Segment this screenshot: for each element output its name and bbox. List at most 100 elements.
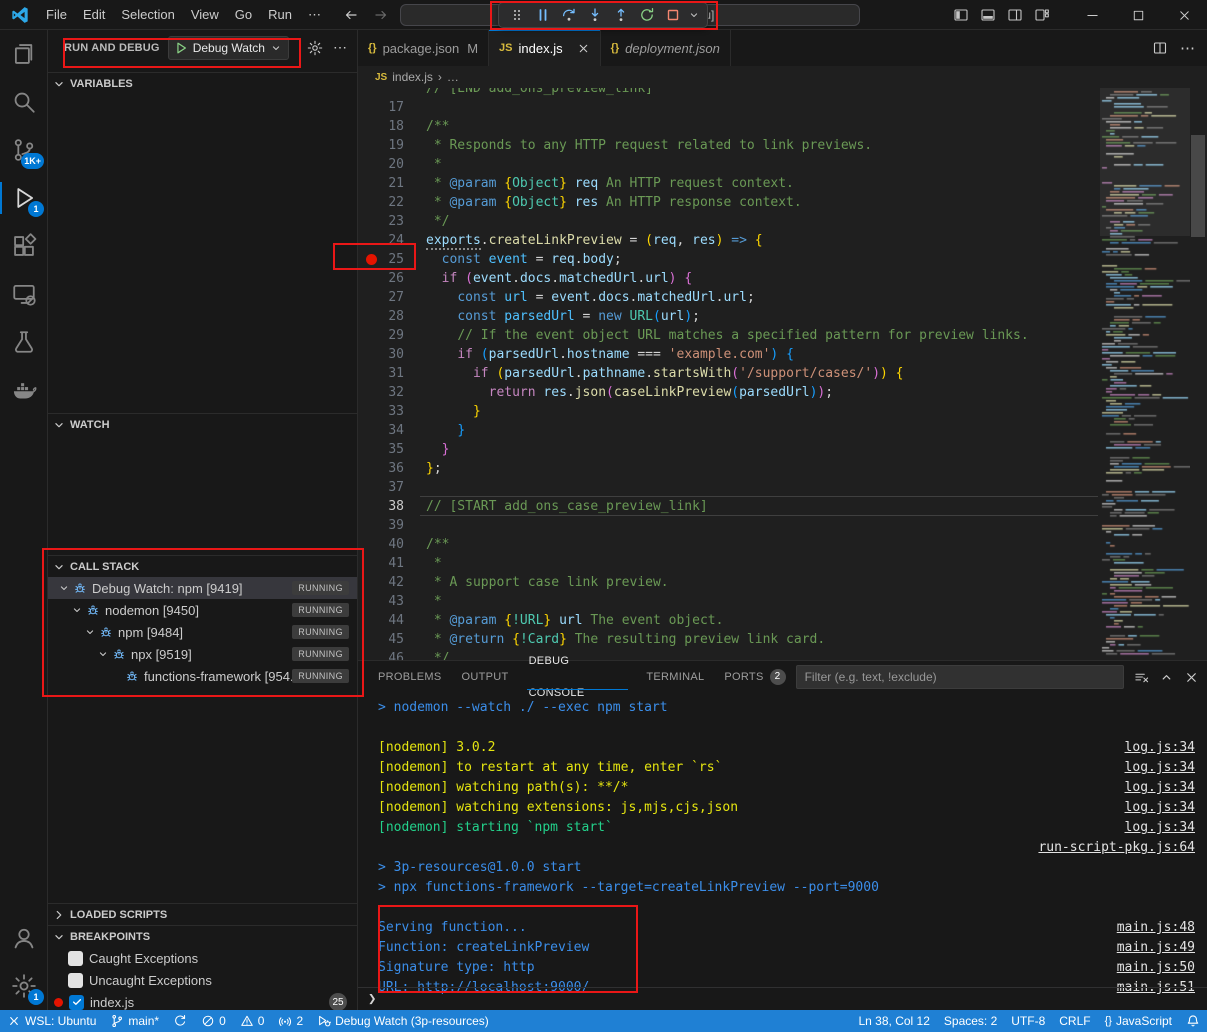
line-number[interactable]: 30 — [358, 345, 404, 364]
line-number[interactable]: 24 — [358, 231, 404, 250]
menu-item-more[interactable]: ⋯ — [300, 0, 329, 30]
breakpoint-checkbox[interactable] — [68, 951, 83, 966]
call-stack-row[interactable]: Debug Watch: npm [9419]RUNNING — [48, 577, 357, 599]
line-number[interactable]: 25 — [358, 250, 404, 269]
code-line[interactable]: * — [426, 155, 442, 174]
source-link[interactable]: log.js:34 — [1125, 738, 1195, 758]
maximize-button[interactable] — [1115, 0, 1161, 30]
source-link[interactable]: main.js:50 — [1117, 958, 1195, 978]
code-line[interactable]: } — [426, 440, 449, 459]
clear-console-icon[interactable] — [1134, 670, 1149, 685]
status-crlf[interactable]: CRLF — [1052, 1010, 1097, 1032]
status-0[interactable]: 0 — [194, 1010, 233, 1032]
step-into-button[interactable] — [582, 3, 608, 27]
panel-tab-debug-console[interactable]: DEBUG CONSOLE — [519, 661, 637, 693]
pause-button[interactable] — [530, 3, 556, 27]
menu-item-selection[interactable]: Selection — [113, 0, 182, 30]
line-number[interactable]: 35 — [358, 440, 404, 459]
code-line[interactable]: */ — [426, 212, 449, 231]
line-number[interactable]: 28 — [358, 307, 404, 326]
tab-index.js[interactable]: JSindex.js — [489, 30, 601, 66]
section-watch[interactable]: WATCH — [48, 413, 357, 435]
code-line[interactable]: } — [426, 402, 481, 421]
code-line[interactable]: return res.json(caseLinkPreview(parsedUr… — [426, 383, 833, 402]
menu-item-view[interactable]: View — [183, 0, 227, 30]
source-link[interactable]: log.js:34 — [1125, 818, 1195, 838]
section-loaded-scripts[interactable]: LOADED SCRIPTS — [48, 903, 357, 925]
code-line[interactable]: exports.createLinkPreview = (req, res) =… — [426, 231, 763, 250]
line-number[interactable]: 32 — [358, 383, 404, 402]
status-2[interactable]: 2 — [271, 1010, 310, 1032]
code-line[interactable]: const parsedUrl = new URL(url); — [426, 307, 700, 326]
more-actions-icon[interactable]: ⋯ — [1180, 39, 1195, 57]
editor-scrollbar[interactable] — [1191, 135, 1205, 237]
line-number[interactable]: 41 — [358, 554, 404, 573]
go-forward-icon[interactable] — [373, 7, 389, 23]
step-out-button[interactable] — [608, 3, 634, 27]
code-line[interactable]: }; — [426, 459, 442, 478]
line-number[interactable]: 23 — [358, 212, 404, 231]
source-link[interactable]: main.js:49 — [1117, 938, 1195, 958]
split-editor-icon[interactable] — [1152, 40, 1168, 56]
code-line[interactable]: */ — [426, 649, 449, 660]
gear-icon[interactable] — [307, 40, 323, 56]
line-number[interactable]: 27 — [358, 288, 404, 307]
line-number[interactable]: 31 — [358, 364, 404, 383]
close-window-button[interactable] — [1161, 0, 1207, 30]
menu-item-run[interactable]: Run — [260, 0, 300, 30]
line-number[interactable]: 45 — [358, 630, 404, 649]
close-tab-icon[interactable] — [577, 42, 590, 55]
activity-item-remote-explorer[interactable] — [0, 270, 48, 318]
panel-tab-output[interactable]: OUTPUT — [452, 661, 519, 693]
code-line[interactable]: * — [426, 592, 442, 611]
tab-package.json[interactable]: {}package.jsonM — [358, 30, 489, 66]
breakpoint-row[interactable]: Caught Exceptions — [48, 947, 357, 969]
breakpoint-row[interactable]: Uncaught Exceptions — [48, 969, 357, 991]
line-number[interactable]: 29 — [358, 326, 404, 345]
code-line[interactable]: // [END add_ons_preview_link] — [426, 88, 653, 98]
code-line[interactable]: } — [426, 421, 465, 440]
activity-item-testing[interactable] — [0, 318, 48, 366]
call-stack-row[interactable]: functions-framework [954...RUNNING — [48, 665, 357, 687]
step-over-button[interactable] — [556, 3, 582, 27]
menu-item-edit[interactable]: Edit — [75, 0, 113, 30]
status-ln-38-col-12[interactable]: Ln 38, Col 12 — [852, 1010, 937, 1032]
layout-sidebar-right-button[interactable] — [1001, 0, 1028, 30]
code-line[interactable]: const url = event.docs.matchedUrl.url; — [426, 288, 755, 307]
code-line[interactable]: if (parsedUrl.pathname.startsWith('/supp… — [426, 364, 904, 383]
line-number[interactable]: 36 — [358, 459, 404, 478]
activity-item-accounts[interactable] — [0, 914, 48, 962]
code-editor[interactable]: // [END add_ons_preview_link]1718/**19 *… — [358, 88, 1207, 660]
code-line[interactable]: /** — [426, 117, 449, 136]
activity-item-docker[interactable] — [0, 366, 48, 414]
breakpoint-checkbox[interactable] — [68, 973, 83, 988]
panel-tab-problems[interactable]: PROBLEMS — [368, 661, 452, 693]
code-line[interactable]: if (parsedUrl.hostname === 'example.com'… — [426, 345, 794, 364]
code-line[interactable]: const event = req.body; — [426, 250, 622, 269]
activity-item-source-control[interactable]: 1K+ — [0, 126, 48, 174]
line-number[interactable]: 40 — [358, 535, 404, 554]
activity-item-explorer[interactable] — [0, 30, 48, 78]
line-number[interactable]: 46 — [358, 649, 404, 660]
line-number[interactable]: 43 — [358, 592, 404, 611]
code-line[interactable]: // [START add_ons_case_preview_link] — [426, 497, 708, 516]
panel-tab-terminal[interactable]: TERMINAL — [636, 661, 714, 693]
line-number[interactable]: 44 — [358, 611, 404, 630]
breakpoint-checkbox[interactable] — [69, 995, 84, 1010]
start-debug-icon[interactable] — [174, 41, 188, 55]
restart-button[interactable] — [634, 3, 660, 27]
call-stack-row[interactable]: npm [9484]RUNNING — [48, 621, 357, 643]
code-line[interactable]: * @param {Object} req An HTTP request co… — [426, 174, 794, 193]
chevron-down-button[interactable] — [686, 3, 702, 27]
call-stack-row[interactable]: nodemon [9450]RUNNING — [48, 599, 357, 621]
line-number[interactable]: 20 — [358, 155, 404, 174]
status-wsl-ubuntu[interactable]: WSL: Ubuntu — [0, 1010, 103, 1032]
breadcrumb-file[interactable]: index.js — [392, 70, 433, 84]
layout-panel-button[interactable] — [974, 0, 1001, 30]
code-line[interactable]: * — [426, 554, 442, 573]
code-line[interactable]: /** — [426, 535, 449, 554]
close-panel-icon[interactable] — [1184, 670, 1199, 685]
source-link[interactable]: run-script-pkg.js:64 — [1038, 838, 1195, 858]
source-link[interactable]: log.js:34 — [1125, 798, 1195, 818]
status-main-[interactable]: main* — [103, 1010, 166, 1032]
